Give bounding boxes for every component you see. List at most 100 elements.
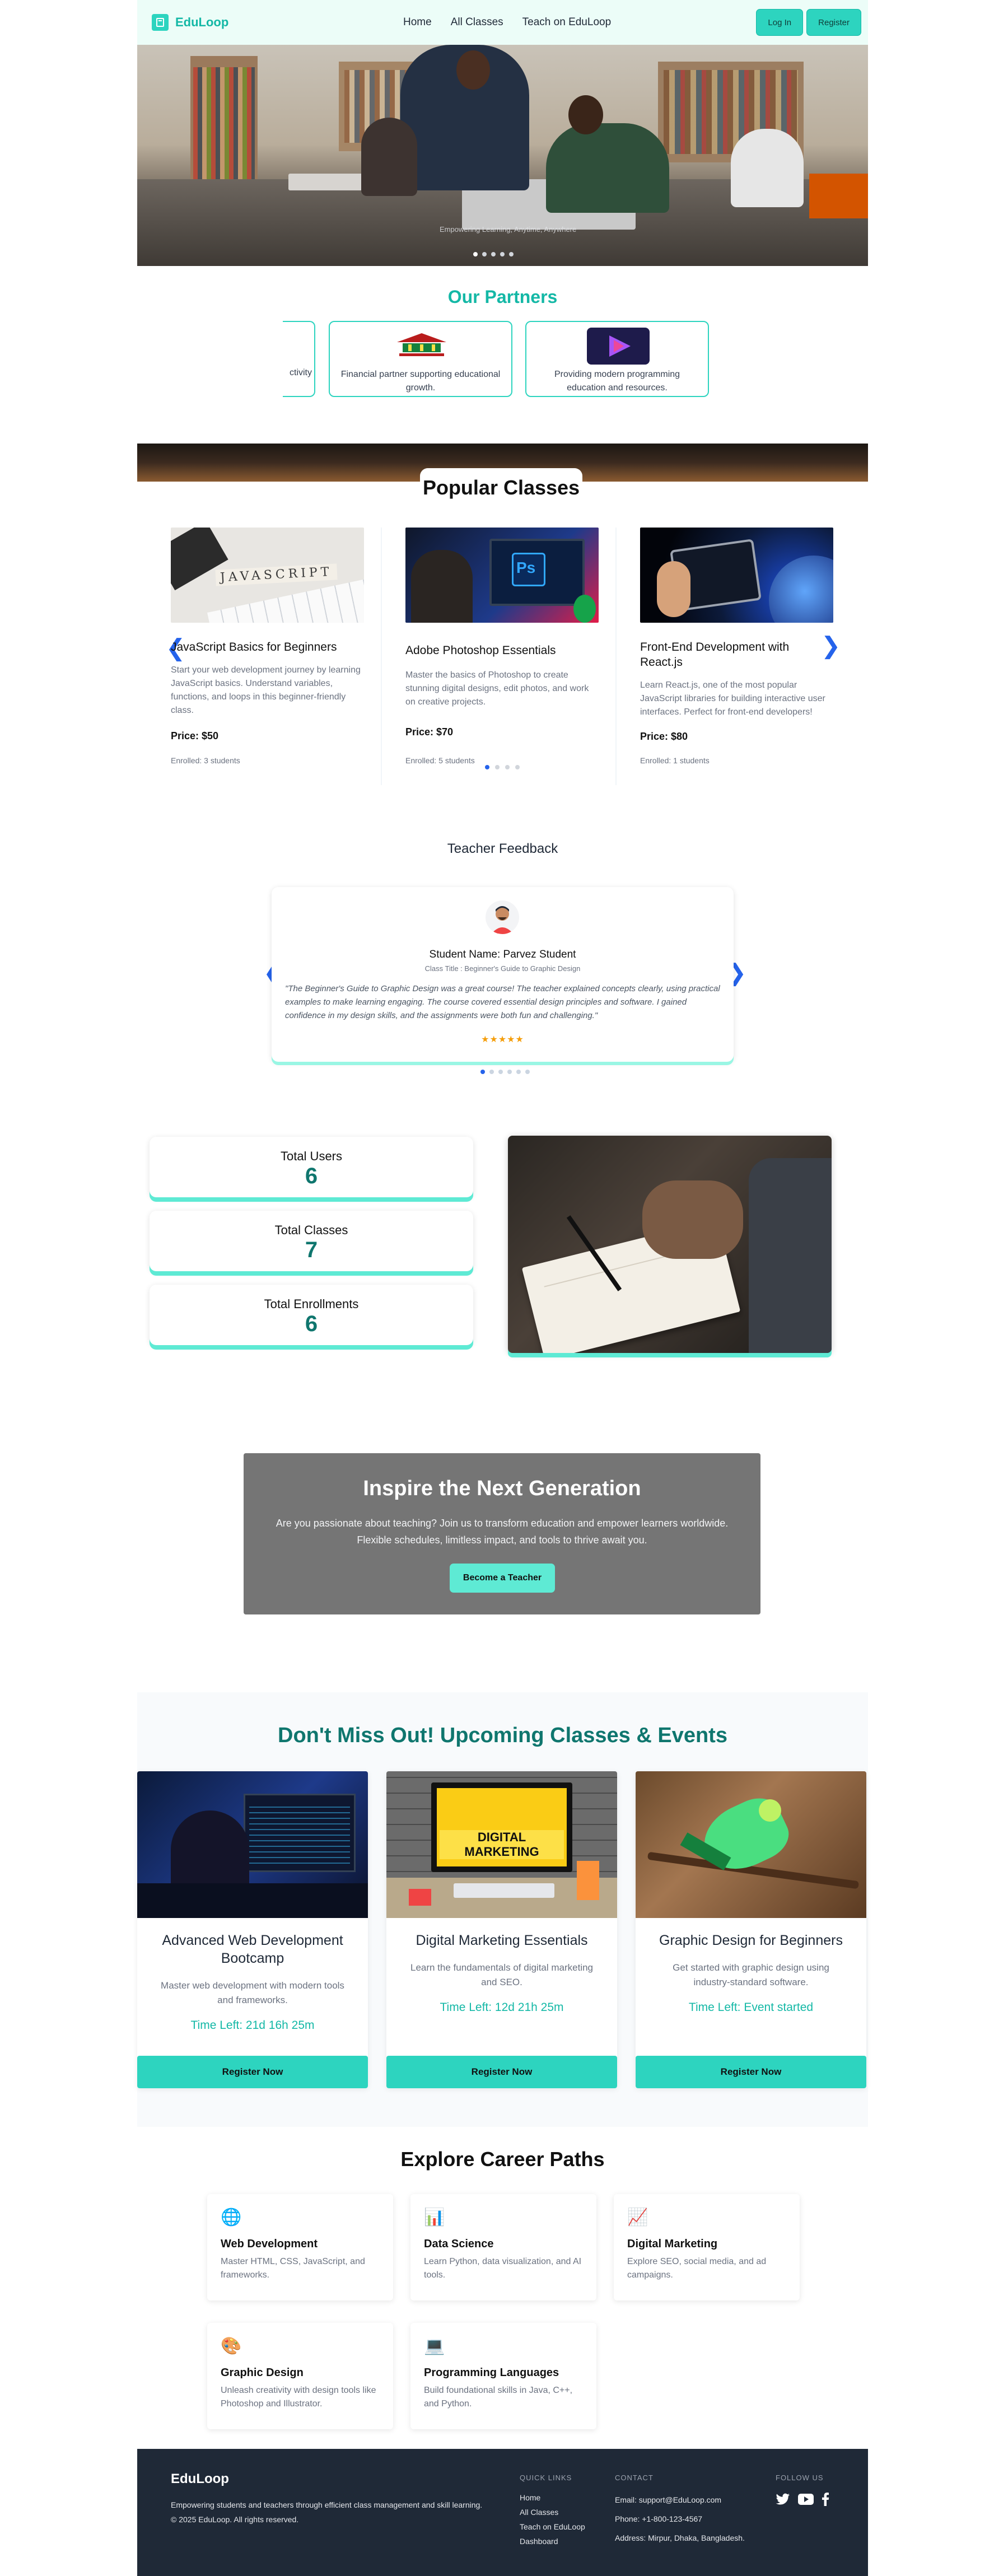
class-card[interactable]: Ps Adobe Photoshop Essentials Master the…	[405, 528, 618, 785]
career-card[interactable]: 📈 Digital Marketing Explore SEO, social …	[614, 2194, 800, 2300]
class-image: Ps	[405, 528, 599, 623]
class-desc: Learn React.js, one of the most popular …	[640, 680, 825, 717]
quick-links-title: QUICK LINKS	[520, 2474, 572, 2482]
class-image-text: JAVASCRIPT	[215, 563, 338, 586]
career-title: Programming Languages	[424, 2367, 559, 2379]
hero-dot[interactable]	[473, 252, 478, 256]
partner-card: Providing modern programming education a…	[525, 321, 709, 397]
feedback-quote: "The Beginner's Guide to Graphic Design …	[285, 984, 720, 1020]
contact-phone: Phone: +1-800-123-4567	[615, 2514, 703, 2523]
feedback-card: Student Name: Parvez Student Class Title…	[272, 887, 734, 1062]
writing-image	[508, 1136, 832, 1353]
footer-brand: EduLoop	[171, 2471, 229, 2486]
career-title: Data Science	[424, 2238, 494, 2250]
career-desc: Unleash creativity with design tools lik…	[221, 2386, 376, 2409]
career-desc: Explore SEO, social media, and ad campai…	[627, 2257, 767, 2280]
brand-name: EduLoop	[175, 15, 229, 29]
popular-title: Popular Classes	[420, 468, 582, 507]
class-title: JavaScript Basics for Beginners	[171, 641, 337, 654]
footer-link-teach[interactable]: Teach on EduLoop	[520, 2519, 585, 2534]
footer: EduLoop Empowering students and teachers…	[137, 2449, 868, 2576]
feedback-dot[interactable]	[480, 1070, 485, 1074]
event-image-text: DIGITAL MARKETING	[440, 1830, 564, 1859]
bar-chart-icon: 📊	[424, 2208, 445, 2227]
class-card[interactable]: JAVASCRIPT JavaScript Basics for Beginne…	[171, 528, 384, 785]
event-title: Graphic Design for Beginners	[659, 1933, 843, 1948]
register-now-button[interactable]: Register Now	[386, 2056, 617, 2088]
partner-text: ctivity	[290, 368, 312, 377]
code-platform-logo	[587, 328, 650, 365]
popular-pagination	[485, 765, 520, 769]
carousel-dot[interactable]	[515, 765, 520, 769]
logo-icon	[152, 14, 169, 31]
class-price: Price: $50	[171, 730, 219, 741]
class-title-label: Class Title : Beginner's Guide to Graphi…	[424, 964, 581, 973]
carousel-dot[interactable]	[485, 765, 489, 769]
become-teacher-button[interactable]: Become a Teacher	[450, 1564, 555, 1593]
inspire-banner: Inspire the Next Generation Are you pass…	[244, 1453, 760, 1614]
footer-link-dashboard[interactable]: Dashboard	[520, 2534, 585, 2549]
class-desc: Start your web development journey by le…	[171, 665, 361, 715]
hero-pagination	[473, 252, 514, 256]
youtube-icon[interactable]	[798, 2494, 814, 2508]
register-now-button[interactable]: Register Now	[636, 2056, 866, 2088]
globe-icon: 🌐	[221, 2208, 242, 2227]
register-button[interactable]: Register	[806, 9, 861, 36]
event-title: Digital Marketing Essentials	[416, 1933, 588, 1948]
inspire-text: Are you passionate about teaching? Join …	[276, 1518, 729, 1546]
feedback-dot[interactable]	[498, 1070, 503, 1074]
feedback-dot[interactable]	[507, 1070, 512, 1074]
career-desc: Build foundational skills in Java, C++, …	[424, 2386, 573, 2409]
footer-copyright: © 2025 EduLoop. All rights reserved.	[171, 2515, 299, 2524]
stat-label: Total Enrollments	[264, 1297, 359, 1311]
card-divider	[381, 528, 382, 785]
hero-dot[interactable]	[509, 252, 514, 256]
event-image: DIGITAL MARKETING	[386, 1771, 617, 1918]
career-card[interactable]: 🌐 Web Development Master HTML, CSS, Java…	[207, 2194, 393, 2300]
hero-dot[interactable]	[482, 252, 487, 256]
footer-link-all-classes[interactable]: All Classes	[520, 2505, 585, 2519]
hero-carousel[interactable]: Empowering Learning, Anytime, Anywhere	[137, 45, 868, 266]
footer-tagline: Empowering students and teachers through…	[171, 2500, 483, 2509]
career-title: Web Development	[221, 2238, 318, 2250]
event-image	[636, 1771, 866, 1918]
class-card[interactable]: Front-End Development with React.js Lear…	[640, 528, 853, 785]
career-card[interactable]: 💻 Programming Languages Build foundation…	[410, 2323, 596, 2429]
event-desc: Master web development with modern tools…	[161, 1980, 344, 2005]
stat-label: Total Classes	[274, 1223, 348, 1237]
class-price: Price: $70	[405, 726, 454, 738]
nav-link-home[interactable]: Home	[403, 16, 432, 29]
event-countdown: Time Left: 21d 16h 25m	[190, 2019, 315, 2032]
class-price: Price: $80	[640, 731, 688, 742]
events-title: Don't Miss Out! Upcoming Classes & Event…	[278, 1724, 727, 1747]
nav-link-teach[interactable]: Teach on EduLoop	[522, 16, 611, 29]
partner-text: Financial partner supporting educational…	[340, 370, 501, 393]
feedback-dot[interactable]	[516, 1070, 521, 1074]
stat-value: 6	[305, 1312, 318, 1336]
carousel-dot[interactable]	[495, 765, 500, 769]
hero-caption: Empowering Learning, Anytime, Anywhere	[440, 225, 577, 234]
twitter-icon[interactable]	[776, 2493, 790, 2508]
career-desc: Learn Python, data visualization, and AI…	[424, 2257, 582, 2280]
class-image: JAVASCRIPT	[171, 528, 364, 623]
career-card[interactable]: 🎨 Graphic Design Unleash creativity with…	[207, 2323, 393, 2429]
facebook-icon[interactable]	[822, 2493, 829, 2509]
hero-dot[interactable]	[500, 252, 505, 256]
login-button[interactable]: Log In	[756, 9, 804, 36]
career-card[interactable]: 📊 Data Science Learn Python, data visual…	[410, 2194, 596, 2300]
nav-link-all-classes[interactable]: All Classes	[451, 16, 503, 29]
event-countdown: Time Left: 12d 21h 25m	[440, 2001, 564, 2014]
feedback-dot[interactable]	[525, 1070, 530, 1074]
carousel-dot[interactable]	[505, 765, 510, 769]
career-title: Digital Marketing	[627, 2238, 718, 2250]
register-now-button[interactable]: Register Now	[137, 2056, 368, 2088]
brand-logo[interactable]: EduLoop	[152, 14, 228, 31]
hero-dot[interactable]	[491, 252, 496, 256]
class-image	[640, 528, 833, 623]
student-avatar	[486, 900, 519, 934]
trend-chart-icon: 📈	[627, 2208, 648, 2227]
class-image-text: Ps	[516, 559, 536, 576]
event-card: Graphic Design for Beginners Get started…	[636, 1771, 866, 2088]
feedback-dot[interactable]	[489, 1070, 494, 1074]
footer-link-home[interactable]: Home	[520, 2490, 585, 2505]
